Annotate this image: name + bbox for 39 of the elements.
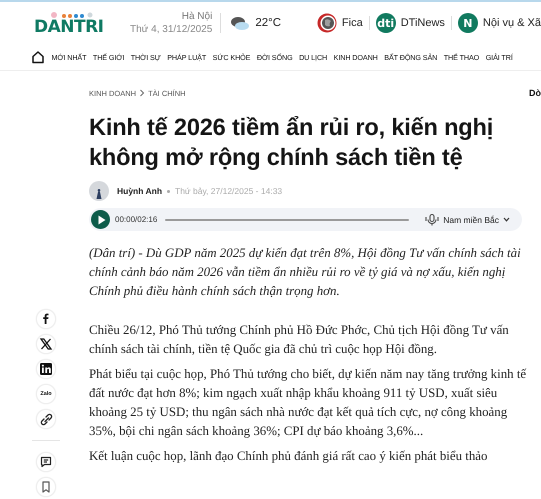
share-button[interactable]	[36, 452, 56, 472]
lead-paragraph: (Dân trí) - Dù GDP năm 2025 dự kiến đạt trên 8%, Hội đồng Tư vấn chính sách tài chính cảnh báo năm 2026 vẫn tiềm ẩn nhiều rủi ro về tỷ giá và nợ xấu, kiến nghị Chính phủ điều hành chính sách thận trọng hơn.	[89, 245, 522, 300]
header-text: Dò	[529, 88, 541, 98]
caret-icon	[503, 217, 510, 222]
avatar-icon	[89, 181, 109, 201]
home-link[interactable]	[31, 50, 45, 64]
temperature: 22°C	[255, 17, 282, 29]
logo-badge: N	[458, 13, 478, 33]
body-paragraph: Chiều 26/12, Phó Thủ tướng Chính phủ Hồ Đức Phớc, Chủ tịch Hội đồng Tư vấn chính sách tài chính, tiền tệ Quốc gia đã chủ trì cuộc họp Hội đồng.	[89, 322, 510, 358]
cloud-icon	[229, 14, 252, 32]
partner-link[interactable]: Fica	[316, 13, 363, 33]
comment-icon	[39, 455, 53, 469]
city-name: Hà Nội	[182, 10, 212, 23]
link-icon	[39, 412, 53, 426]
play-button[interactable]	[91, 210, 110, 229]
share-button[interactable]	[36, 409, 56, 429]
microphone-icon	[425, 212, 440, 226]
author-name[interactable]: Huỳnh Anh	[117, 186, 162, 196]
linkedin-icon	[39, 362, 53, 376]
chevron-icon	[139, 89, 146, 97]
audio-time: 00:00/02:16	[115, 215, 158, 224]
partner-link[interactable]: N Nội vụ & Xã	[458, 13, 541, 33]
home-icon	[31, 50, 45, 64]
body-paragraph: Kết luận cuộc họp, lãnh đạo Chính phủ đánh giá rất cao ý kiến phát biểu thảo	[89, 448, 488, 465]
play-icon	[98, 214, 106, 224]
body-paragraph: Phát biểu tại cuộc họp, Phó Thủ tướng cho biết, dự kiến năm nay tăng trưởng kinh tế đất nước đạt hơn 8%; kim ngạch xuất nhập khẩu khoảng 911 tỷ USD, xuất siêu khoảng 25 tỷ USD; thu ngân sách nhà nước đạt kết quả tích cực, nợ công khoảng 35%, bội chi ngân sách khoảng 36%; CPI dự báo khoảng 3,6%...	[89, 366, 528, 440]
share-button[interactable]	[36, 309, 56, 329]
share-button[interactable]	[36, 477, 56, 497]
publish-date: Thứ bảy, 27/12/2025 - 14:33	[175, 186, 282, 196]
share-button[interactable]	[36, 359, 56, 379]
logo-badge: dti	[376, 13, 396, 33]
x-logo-icon	[39, 337, 53, 351]
voice-select[interactable]: Nam miền Bắc	[417, 212, 520, 226]
current-date: Thứ 4, 31/12/2025	[130, 23, 212, 36]
article-title: Kinh tế 2026 tiềm ẩn rủi ro, kiến nghị không mở rộng chính sách tiền tệ	[89, 114, 494, 173]
logo[interactable]: DANTRI	[34, 11, 104, 35]
bullet-icon	[167, 190, 170, 192]
partner-link[interactable]: dti DTiNews	[376, 13, 445, 33]
share-button[interactable]	[36, 334, 56, 354]
